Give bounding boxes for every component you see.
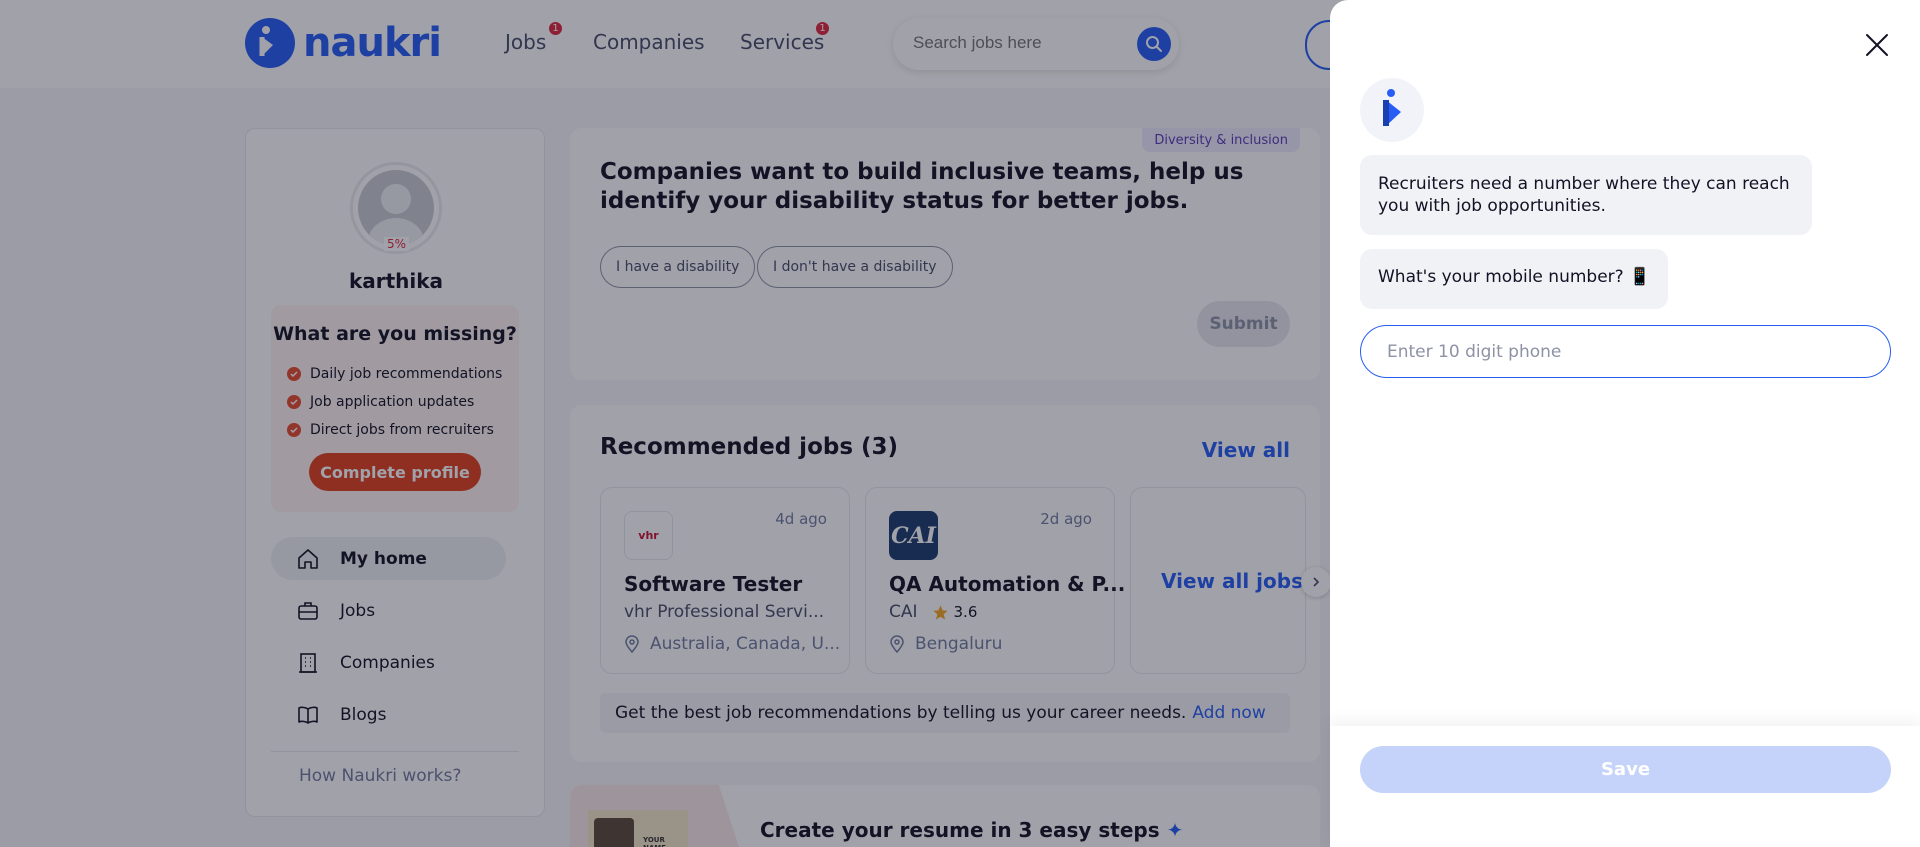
chatbot-avatar — [1360, 78, 1424, 142]
chat-message: Recruiters need a number where they can … — [1360, 155, 1812, 235]
phone-number-input[interactable] — [1360, 325, 1891, 378]
phone-number-drawer: Recruiters need a number where they can … — [1330, 0, 1920, 847]
naukri-bot-icon — [1383, 89, 1401, 126]
save-button[interactable]: Save — [1360, 746, 1891, 793]
close-icon — [1866, 34, 1888, 56]
close-button[interactable] — [1862, 30, 1892, 60]
drawer-footer: Save — [1330, 726, 1920, 847]
chat-message: What's your mobile number? 📱 — [1360, 249, 1669, 309]
